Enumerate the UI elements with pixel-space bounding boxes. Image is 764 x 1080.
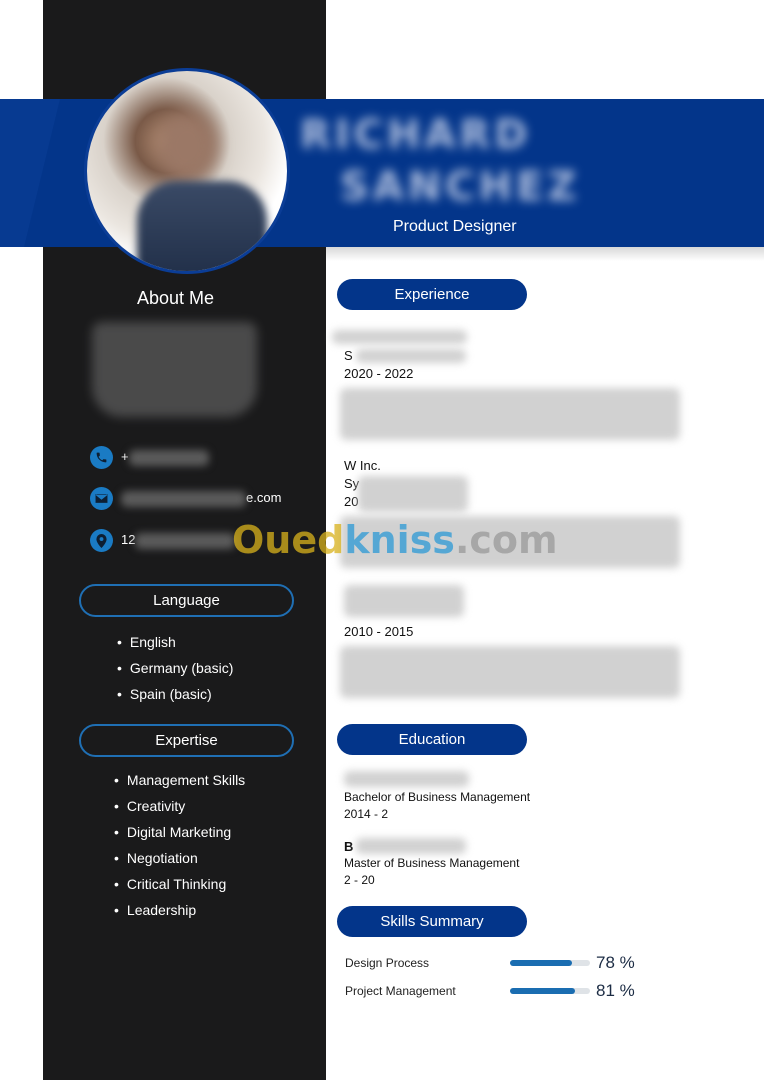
skill-row: Design Process 78 % [345,953,635,973]
email-text: e.com [121,490,281,507]
contact-address: 12 [90,529,236,552]
expertise-heading: Expertise [79,724,294,757]
expertise-item: Leadership [114,897,245,923]
location-icon [90,529,113,552]
skill-percent: 81 % [596,981,635,1000]
expertise-item: Critical Thinking [114,871,245,897]
degree: Master of Business Management [344,856,520,870]
job-blur [358,476,468,512]
expertise-item: Management Skills [114,767,245,793]
skill-bar-fill [510,960,573,966]
email-icon [90,487,113,510]
education-years: 2014 - 2 [344,807,389,821]
skill-name: Design Process [345,956,430,970]
job-years: 2010 - 2015 [344,624,414,639]
banner-shadow [326,247,764,261]
contact-email: e.com [90,487,281,510]
job-title: Product Designer [393,218,517,235]
skill-name: Project Management [345,984,456,998]
about-me-text [92,322,257,417]
skill-percent: 78 % [596,953,635,972]
education-heading: Education [337,724,527,755]
contact-phone: + [90,446,209,469]
photo-head [157,111,217,181]
job-company-blur [332,330,467,344]
language-item: Germany (basic) [117,655,233,681]
language-list: English Germany (basic) Spain (basic) [117,629,233,707]
name-first: RICHARD [300,112,532,158]
job-company: W Inc. [344,458,381,473]
watermark-part: .com [454,518,558,562]
phone-icon [90,446,113,469]
job-description [340,646,680,698]
job-role-blur [356,349,466,363]
skill-bar [510,960,590,966]
language-item: Spain (basic) [117,681,233,707]
job-blur [344,585,464,617]
address-text: 12 [121,532,236,549]
skill-row: Project Management 81 % [345,981,635,1001]
phone-text: + [121,449,209,466]
about-me-heading: About Me [136,288,215,308]
language-heading: Language [79,584,294,617]
expertise-item: Creativity [114,793,245,819]
school-blur [356,838,466,854]
expertise-item: Negotiation [114,845,245,871]
education-years: 2 - 20 [344,873,375,887]
degree: Bachelor of Business Management [344,790,531,804]
job-description [340,388,680,440]
expertise-list: Management Skills Creativity Digital Mar… [114,767,245,923]
name-last: SANCHEZ [340,164,581,210]
watermark: Ouedkniss.com [232,518,558,562]
skills-heading: Skills Summary [337,906,527,937]
job-entry: 2010 - 2015 [344,623,413,641]
experience-heading: Experience [337,279,527,310]
skill-bar [510,988,590,994]
language-item: English [117,629,233,655]
school-blur [344,771,469,787]
education-entry: Bachelor of Business Management 2014 - 2 [344,789,530,823]
skill-bar-fill [510,988,575,994]
watermark-part: kniss [344,518,455,562]
expertise-item: Digital Marketing [114,819,245,845]
photo-body [137,181,267,271]
watermark-part: Oued [232,518,345,562]
job-years: 2020 - 2022 [344,366,414,381]
profile-photo [84,68,290,274]
